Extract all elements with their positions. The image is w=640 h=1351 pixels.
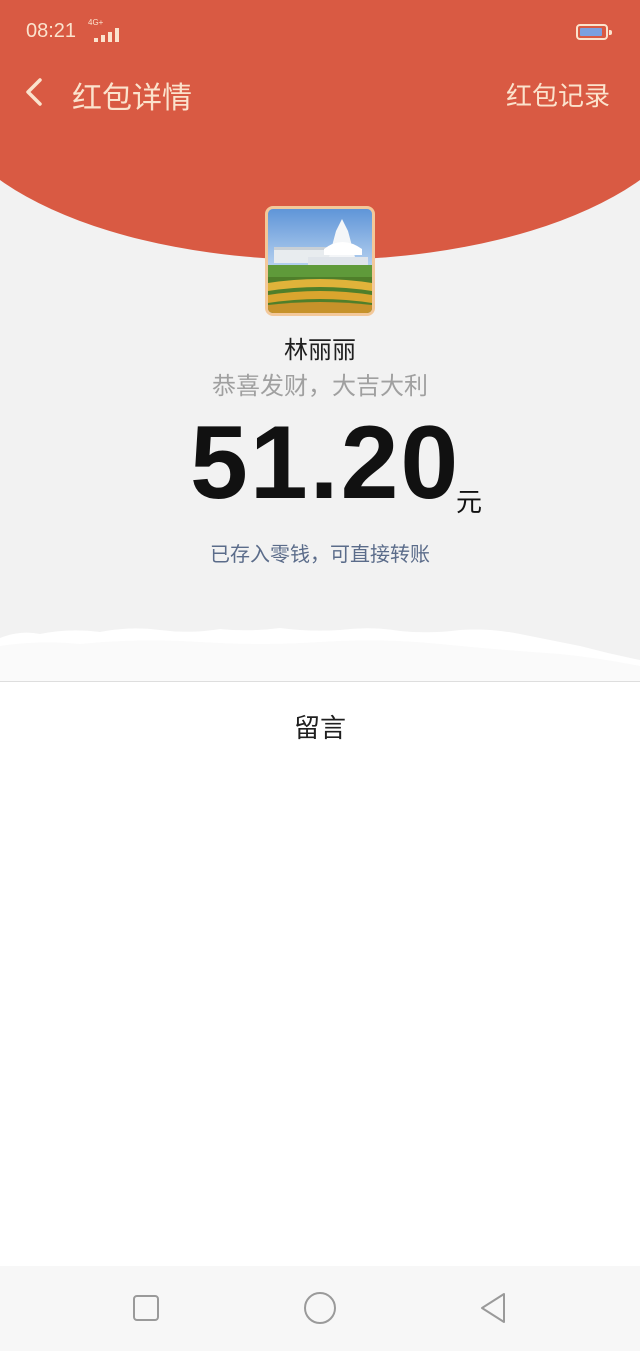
signal-bars-icon: 4G+ — [88, 18, 122, 42]
triangle-back-icon — [481, 1293, 505, 1323]
system-back-button[interactable] — [474, 1288, 514, 1328]
network-type: 4G+ — [88, 18, 104, 27]
nav-bar: 红包详情 红包记录 — [0, 64, 640, 120]
status-time: 08:21 — [26, 20, 77, 42]
system-navigation-bar — [0, 1266, 640, 1351]
currency-unit: 元 — [456, 488, 483, 518]
status-bar: 08:21 4G+ — [0, 0, 640, 64]
battery-icon — [576, 24, 612, 40]
amount-value: 51.20 — [190, 405, 461, 521]
recents-button[interactable] — [126, 1288, 166, 1328]
page-title: 红包详情 — [72, 81, 192, 116]
back-button[interactable] — [14, 70, 58, 114]
red-packet-detail-page: 08:21 4G+ 红包详情 红包记录 林丽丽 恭喜发财，大吉大利 51.20 … — [0, 0, 640, 1351]
torn-paper-edge — [0, 628, 640, 682]
sender-name: 林丽丽 — [284, 336, 356, 364]
message-section-label: 留言 — [293, 714, 346, 744]
circle-icon — [304, 1292, 336, 1324]
greeting-message: 恭喜发财，大吉大利 — [212, 372, 428, 400]
stored-to-balance-link[interactable]: 已存入零钱，可直接转账 — [0, 538, 640, 567]
chevron-left-icon — [26, 78, 42, 106]
divider — [0, 681, 640, 682]
avatar-photo — [268, 209, 372, 313]
home-button[interactable] — [300, 1288, 340, 1328]
red-packet-records-link[interactable]: 红包记录 — [506, 76, 610, 113]
sender-avatar[interactable] — [265, 206, 375, 316]
square-icon — [133, 1295, 159, 1321]
